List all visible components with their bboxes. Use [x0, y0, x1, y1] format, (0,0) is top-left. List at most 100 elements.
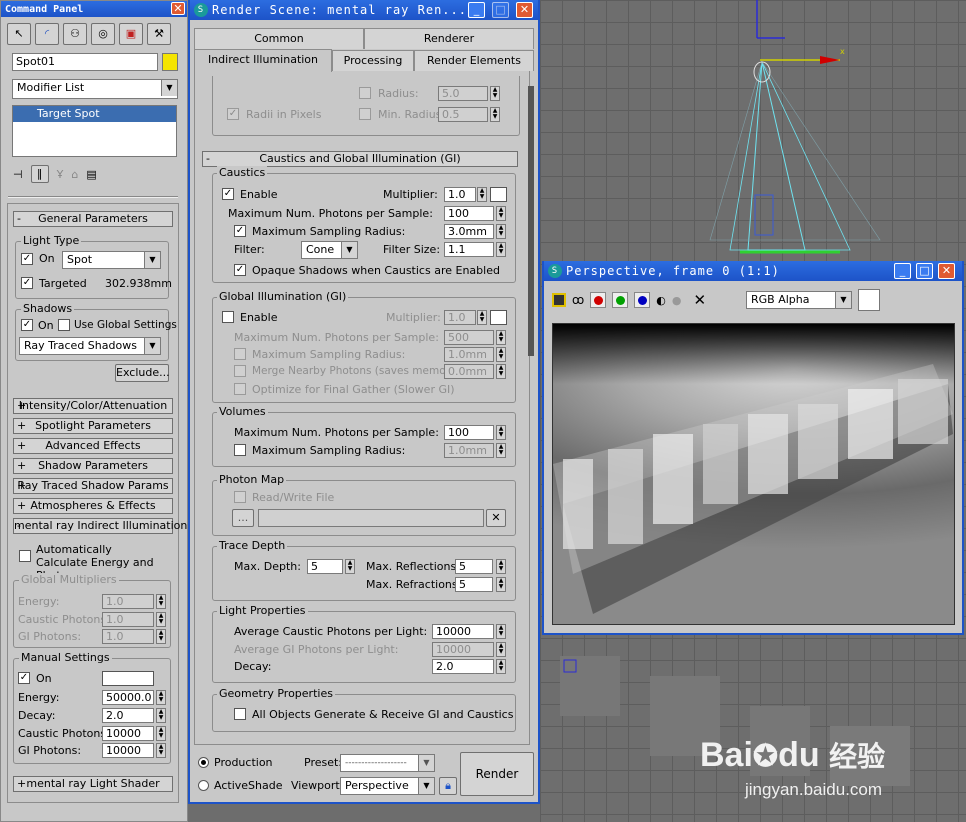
- lock-viewport-button[interactable]: 🔒︎: [439, 777, 457, 795]
- volumes-max-photons-field[interactable]: 100: [444, 425, 494, 440]
- volumes-max-radius-field[interactable]: 1.0mm: [444, 443, 494, 458]
- preset-dropdown[interactable]: ------------------- ▼: [340, 754, 435, 772]
- caustics-gi-rollout[interactable]: - Caustics and Global Illumination (GI): [202, 151, 518, 167]
- spinner[interactable]: ▲ ▼: [156, 612, 166, 627]
- command-panel-close-button[interactable]: ✕: [171, 2, 185, 15]
- configure-modifier-sets-icon[interactable]: ▤: [86, 168, 96, 181]
- display-tab[interactable]: ▣: [119, 23, 143, 45]
- stack-item-target-spot[interactable]: Target Spot: [13, 106, 176, 122]
- shadow-parameters-rollout[interactable]: + Shadow Parameters: [13, 458, 173, 474]
- radii-in-pixels-checkbox[interactable]: ✓: [227, 108, 239, 120]
- spinner[interactable]: ▲ ▼: [496, 242, 506, 257]
- spinner[interactable]: ▲ ▼: [156, 629, 166, 644]
- monochrome-icon[interactable]: ●: [672, 294, 682, 307]
- merge-photons-field[interactable]: 0.0mm: [444, 364, 494, 379]
- render-button[interactable]: Render: [460, 752, 534, 796]
- production-radio[interactable]: [198, 757, 209, 768]
- gi-multiplier-field[interactable]: 1.0: [444, 310, 476, 325]
- max-refractions-field[interactable]: 5: [455, 577, 493, 592]
- spinner[interactable]: ▲ ▼: [156, 594, 166, 609]
- spinner[interactable]: ▲ ▼: [345, 559, 355, 574]
- spotlight-parameters-rollout[interactable]: + Spotlight Parameters: [13, 418, 173, 434]
- ray-traced-shadow-params-rollout[interactable]: + Ray Traced Shadow Params: [13, 478, 173, 494]
- show-end-result-icon[interactable]: ‖: [30, 165, 49, 183]
- caustics-enable-checkbox[interactable]: ✓: [222, 188, 234, 200]
- tab-common[interactable]: Common: [194, 28, 364, 49]
- use-global-settings-checkbox[interactable]: [58, 319, 70, 331]
- pin-stack-icon[interactable]: ⊣: [13, 168, 23, 181]
- spinner[interactable]: ▲ ▼: [156, 690, 166, 705]
- close-button[interactable]: ✕: [516, 2, 533, 18]
- atmospheres-effects-rollout[interactable]: + Atmospheres & Effects: [13, 498, 173, 514]
- opaque-shadows-checkbox[interactable]: ✓: [234, 264, 246, 276]
- global-caustic-field[interactable]: 1.0: [102, 612, 154, 627]
- frame-color-swatch[interactable]: [858, 289, 880, 311]
- min-radius-checkbox[interactable]: [359, 108, 371, 120]
- radius-checkbox[interactable]: [359, 87, 371, 99]
- avg-gi-photons-field[interactable]: 10000: [432, 642, 494, 657]
- modifier-list-dropdown[interactable]: Modifier List ▼: [12, 79, 178, 99]
- light-on-checkbox[interactable]: ✓: [21, 253, 33, 265]
- modify-tab[interactable]: ◜: [35, 23, 59, 45]
- blue-channel-icon[interactable]: [634, 292, 651, 308]
- photon-file-path-field[interactable]: [258, 509, 484, 527]
- activeshade-radio[interactable]: [198, 780, 209, 791]
- spinner[interactable]: ▲ ▼: [496, 659, 506, 674]
- max-depth-field[interactable]: 5: [307, 559, 343, 574]
- green-channel-icon[interactable]: [612, 292, 629, 308]
- spinner[interactable]: ▲ ▼: [477, 310, 487, 325]
- radius-field[interactable]: 5.0: [438, 86, 488, 101]
- manual-caustic-field[interactable]: 10000: [102, 726, 154, 741]
- spinner[interactable]: ▲ ▼: [490, 107, 500, 122]
- spinner[interactable]: ▲ ▼: [496, 330, 506, 345]
- spinner[interactable]: ▲ ▼: [490, 86, 500, 101]
- spinner[interactable]: ▲ ▼: [477, 187, 487, 202]
- rendered-image[interactable]: [552, 323, 955, 625]
- remove-modifier-icon[interactable]: ⌂: [71, 168, 78, 181]
- caustics-max-radius-field[interactable]: 3.0mm: [444, 224, 494, 239]
- maximize-button[interactable]: □: [492, 2, 509, 18]
- manual-gi-field[interactable]: 10000: [102, 743, 154, 758]
- max-reflections-field[interactable]: 5: [455, 559, 493, 574]
- global-gi-field[interactable]: 1.0: [102, 629, 154, 644]
- clone-icon[interactable]: ꝏ: [572, 293, 584, 307]
- tab-indirect-illumination[interactable]: Indirect Illumination: [194, 49, 332, 72]
- exclude-button[interactable]: Exclude...: [115, 364, 170, 382]
- hierarchy-tab[interactable]: ⚇: [63, 23, 87, 45]
- spinner[interactable]: ▲ ▼: [156, 726, 166, 741]
- channel-dropdown[interactable]: RGB Alpha ▼: [746, 291, 852, 309]
- spinner[interactable]: ▲ ▼: [156, 743, 166, 758]
- shadows-on-checkbox[interactable]: ✓: [21, 319, 33, 331]
- browse-photon-file-button[interactable]: ...: [232, 509, 254, 527]
- volumes-max-radius-checkbox[interactable]: [234, 444, 246, 456]
- clear-icon[interactable]: ✕: [693, 291, 706, 309]
- caustics-filter-dropdown[interactable]: Cone ▼: [301, 241, 358, 259]
- light-type-dropdown[interactable]: Spot ▼: [62, 251, 161, 269]
- shadow-type-dropdown[interactable]: Ray Traced Shadows ▼: [19, 337, 161, 355]
- gi-max-radius-field[interactable]: 1.0mm: [444, 347, 494, 362]
- clear-photon-file-button[interactable]: ✕: [486, 509, 506, 527]
- intensity-rollout[interactable]: + Intensity/Color/Attenuation: [13, 398, 173, 414]
- spinner[interactable]: ▲ ▼: [496, 206, 506, 221]
- spinner[interactable]: ▲ ▼: [496, 425, 506, 440]
- mental-ray-indirect-rollout[interactable]: - mental ray Indirect Illumination: [13, 518, 187, 534]
- general-parameters-rollout[interactable]: - General Parameters: [13, 211, 173, 227]
- spinner[interactable]: ▲ ▼: [156, 708, 166, 723]
- red-channel-icon[interactable]: [590, 292, 607, 308]
- caustics-color-swatch[interactable]: [490, 187, 507, 202]
- spinner[interactable]: ▲ ▼: [496, 624, 506, 639]
- spinner[interactable]: ▲ ▼: [496, 443, 506, 458]
- create-tab[interactable]: ↖: [7, 23, 31, 45]
- auto-calculate-checkbox[interactable]: [19, 550, 31, 562]
- maximize-button[interactable]: □: [916, 263, 933, 279]
- minimize-button[interactable]: _: [894, 263, 911, 279]
- manual-color-swatch[interactable]: [102, 671, 154, 686]
- targeted-checkbox[interactable]: ✓: [21, 277, 33, 289]
- mental-ray-light-shader-rollout[interactable]: + mental ray Light Shader: [13, 776, 173, 792]
- caustics-max-radius-checkbox[interactable]: ✓: [234, 225, 246, 237]
- scrollbar-thumb[interactable]: [528, 86, 534, 356]
- spotlight-gizmo[interactable]: x: [700, 0, 930, 260]
- read-write-file-checkbox[interactable]: [234, 491, 246, 503]
- minimize-button[interactable]: _: [468, 2, 485, 18]
- manual-decay-field[interactable]: 2.0: [102, 708, 154, 723]
